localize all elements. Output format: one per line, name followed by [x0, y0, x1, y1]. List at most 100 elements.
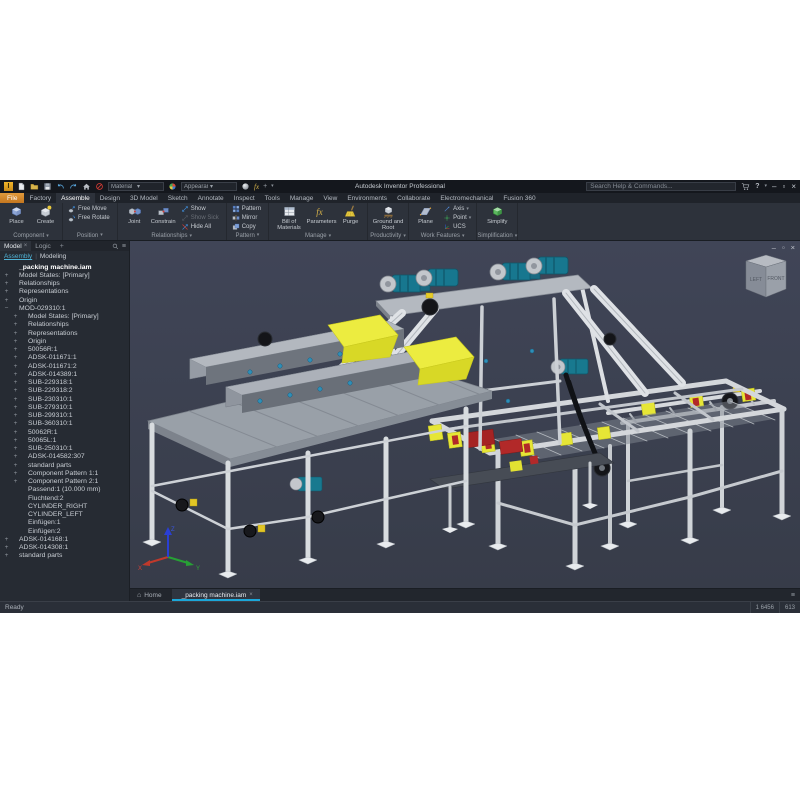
- tree-expander[interactable]: +: [12, 379, 19, 386]
- ribbon-tab[interactable]: View: [318, 193, 342, 203]
- tree-item[interactable]: + 50065L:1: [0, 436, 129, 444]
- tree-item[interactable]: + ADSK-014582:307: [0, 453, 129, 461]
- plus-icon[interactable]: +: [263, 183, 267, 190]
- tree-item[interactable]: Passend:1 (10.000 mm): [0, 486, 129, 494]
- doc-restore-button[interactable]: ▫: [782, 243, 785, 252]
- tree-expander[interactable]: +: [12, 396, 19, 403]
- ribbon-group-footer[interactable]: Simplification ▾: [477, 232, 517, 240]
- tree-item[interactable]: + ADSK-014308:1: [0, 544, 129, 552]
- tree-item[interactable]: + SUB-230310:1: [0, 395, 129, 403]
- chevron-down-icon[interactable]: ▾: [271, 184, 274, 189]
- ribbon-group-footer[interactable]: Pattern ▾: [227, 232, 268, 240]
- inventor-logo[interactable]: I: [4, 182, 13, 191]
- tree-expander[interactable]: +: [3, 552, 10, 559]
- ribbon-group-footer[interactable]: Relationships ▾: [118, 232, 226, 240]
- tree-item[interactable]: + SUB-360310:1: [0, 420, 129, 428]
- ribbon-button[interactable]: Create: [32, 204, 59, 232]
- ribbon-tab[interactable]: Manage: [285, 193, 319, 203]
- ribbon-button[interactable]: Bill of Materials: [272, 204, 306, 232]
- tree-item[interactable]: + 50062R:1: [0, 428, 129, 436]
- undo-icon[interactable]: [56, 182, 65, 191]
- tree-expander[interactable]: +: [12, 321, 19, 328]
- doc-minimize-button[interactable]: –: [772, 243, 776, 252]
- ribbon-group-footer[interactable]: Component ▾: [0, 232, 62, 240]
- ribbon-button[interactable]: Purge: [337, 204, 364, 232]
- tree-item[interactable]: + SUB-299310:1: [0, 412, 129, 420]
- ribbon-button[interactable]: Parameters: [308, 204, 335, 232]
- tree-expander[interactable]: −: [3, 305, 10, 312]
- parameters-fx-icon[interactable]: fx: [254, 183, 259, 191]
- appearance-wheel-icon[interactable]: [168, 182, 177, 191]
- browser-menu-icon[interactable]: ≡: [122, 243, 126, 250]
- browser-tab[interactable]: Logic: [31, 241, 57, 251]
- tree-expander[interactable]: +: [12, 363, 19, 370]
- tree-item[interactable]: Einfügen:1: [0, 519, 129, 527]
- ribbon-button[interactable]: Joint: [121, 204, 148, 232]
- tree-expander[interactable]: +: [3, 288, 10, 295]
- tree-item[interactable]: + Representations: [0, 329, 129, 337]
- tree-expander[interactable]: +: [12, 453, 19, 460]
- doc-close-button[interactable]: ×: [791, 243, 795, 252]
- ribbon-button[interactable]: Point ▾: [441, 213, 473, 222]
- tree-expander[interactable]: +: [12, 354, 19, 361]
- ribbon-tab[interactable]: Factory: [24, 193, 56, 203]
- ribbon-button[interactable]: Plane: [412, 204, 439, 232]
- ribbon-button[interactable]: Hide All: [179, 223, 223, 232]
- tree-item[interactable]: + Relationships: [0, 321, 129, 329]
- tree-item[interactable]: + SUB-250310:1: [0, 445, 129, 453]
- ribbon-button[interactable]: Free Move: [66, 204, 114, 213]
- ribbon-tab[interactable]: Inspect: [229, 193, 260, 203]
- tree-item[interactable]: + Origin: [0, 296, 129, 304]
- tree-item[interactable]: + 50056R:1: [0, 346, 129, 354]
- material-sphere-icon[interactable]: [241, 182, 250, 191]
- appearance-dropdown[interactable]: Appearance▾: [181, 182, 237, 191]
- no-material-icon[interactable]: [95, 182, 104, 191]
- tree-item[interactable]: + Model States: [Primary]: [0, 313, 129, 321]
- search-icon[interactable]: [112, 243, 119, 250]
- ribbon-button[interactable]: Ground and Root: [371, 204, 405, 232]
- tree-item[interactable]: + ADSK-014168:1: [0, 535, 129, 543]
- ribbon-button[interactable]: Pattern: [230, 204, 265, 213]
- browser-tab[interactable]: Model ×: [0, 241, 31, 251]
- close-icon[interactable]: ×: [249, 592, 253, 598]
- tree-expander[interactable]: +: [12, 429, 19, 436]
- tree-item[interactable]: + Relationships: [0, 280, 129, 288]
- ribbon-tab[interactable]: Collaborate: [392, 193, 435, 203]
- tree-expander[interactable]: +: [12, 371, 19, 378]
- tree-item[interactable]: Einfügen:2: [0, 527, 129, 535]
- tree-expander[interactable]: +: [12, 420, 19, 427]
- tree-expander[interactable]: +: [12, 437, 19, 444]
- ribbon-tab[interactable]: Electromechanical: [435, 193, 498, 203]
- help-icon[interactable]: ?: [755, 183, 759, 190]
- modeling-mode-link[interactable]: Modeling: [40, 253, 66, 260]
- tree-expander[interactable]: +: [12, 470, 19, 477]
- tree-expander[interactable]: +: [12, 478, 19, 485]
- tree-item[interactable]: + standard parts: [0, 552, 129, 560]
- tree-item[interactable]: + SUB-229318:2: [0, 387, 129, 395]
- ribbon-button[interactable]: Place: [3, 204, 30, 232]
- tree-expander[interactable]: +: [12, 445, 19, 452]
- tree-item[interactable]: + ADSK-011671:1: [0, 354, 129, 362]
- tree-expander[interactable]: +: [12, 313, 19, 320]
- ribbon-tab[interactable]: Environments: [342, 193, 392, 203]
- tree-item[interactable]: _packing machine.iam: [0, 263, 129, 271]
- chevron-down-icon[interactable]: ▾: [765, 184, 768, 189]
- ribbon-button[interactable]: Show Sick: [179, 213, 223, 222]
- tree-expander[interactable]: +: [3, 272, 10, 279]
- tree-item[interactable]: − MOD-029310:1: [0, 304, 129, 312]
- ribbon-group-footer[interactable]: Work Features ▾: [409, 232, 476, 240]
- tree-item[interactable]: + Component Pattern 2:1: [0, 478, 129, 486]
- tree-item[interactable]: + Component Pattern 1:1: [0, 469, 129, 477]
- tree-item[interactable]: + Origin: [0, 337, 129, 345]
- open-folder-icon[interactable]: [30, 182, 39, 191]
- ribbon-button[interactable]: Mirror: [230, 213, 265, 222]
- tree-expander[interactable]: +: [3, 536, 10, 543]
- tree-item[interactable]: + ADSK-014389:1: [0, 370, 129, 378]
- view-cube[interactable]: LEFT FRONT: [746, 255, 786, 297]
- save-icon[interactable]: [43, 182, 52, 191]
- tree-expander[interactable]: +: [12, 462, 19, 469]
- tree-expander[interactable]: +: [12, 346, 19, 353]
- ribbon-tab[interactable]: Fusion 360: [498, 193, 540, 203]
- new-file-icon[interactable]: [17, 182, 26, 191]
- ribbon-tab[interactable]: Annotate: [193, 193, 229, 203]
